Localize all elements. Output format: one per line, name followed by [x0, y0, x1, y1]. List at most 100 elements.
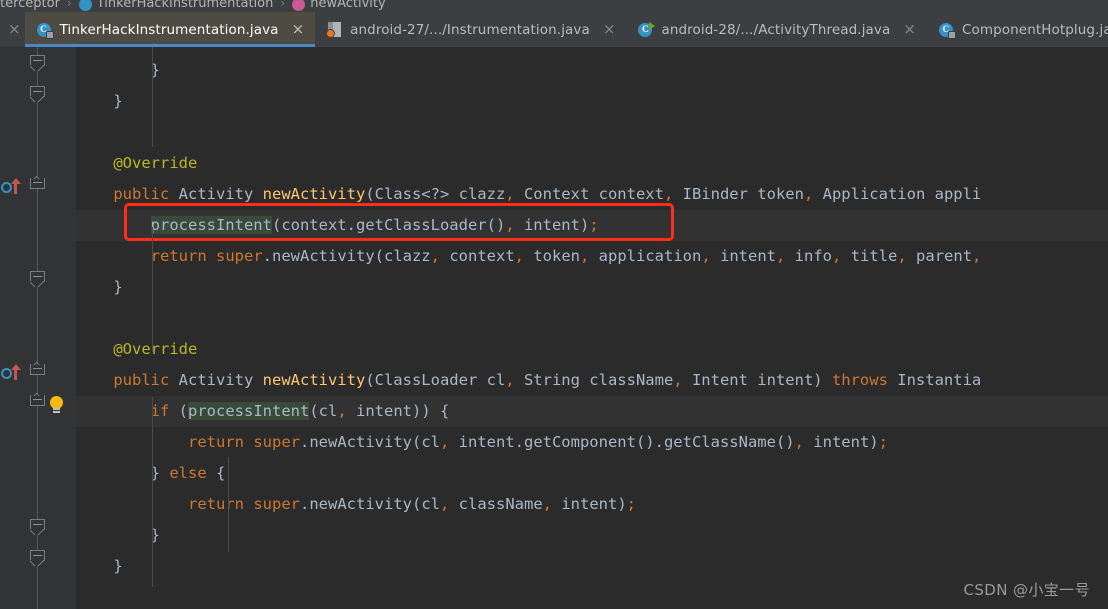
code-token: className: [449, 495, 543, 513]
breadcrumb-separator: ›: [280, 0, 286, 10]
breadcrumb-item-2[interactable]: newActivity: [292, 0, 386, 11]
tab-tinkerhackinstrumentation[interactable]: C TinkerHackInstrumentation.java ×: [24, 12, 316, 47]
code-token: ,: [439, 433, 450, 451]
code-token: public: [113, 185, 170, 203]
editor-tab-bar: × C TinkerHackInstrumentation.java × and…: [0, 12, 1108, 47]
code-line[interactable]: @Override: [76, 148, 1108, 179]
intention-bulb-icon[interactable]: [48, 396, 66, 414]
fold-marker[interactable]: [30, 395, 45, 410]
code-token: ,: [439, 495, 450, 513]
code-line[interactable]: public Activity newActivity(Class<?> cla…: [76, 179, 1108, 210]
code-token: Activity: [169, 185, 263, 203]
code-token: ,: [542, 495, 552, 513]
code-line[interactable]: return super.newActivity(cl, intent.getC…: [76, 427, 1108, 458]
fold-marker[interactable]: [30, 519, 45, 534]
code-token: {: [206, 464, 226, 482]
method-icon: [292, 0, 306, 11]
breadcrumb[interactable]: terceptor › TinkerHackInstrumentation › …: [0, 0, 1108, 12]
fold-marker[interactable]: [30, 86, 45, 101]
fold-marker[interactable]: [30, 364, 45, 379]
fold-marker[interactable]: [30, 55, 45, 70]
code-token: return: [150, 247, 207, 265]
code-token: Intent intent): [682, 371, 832, 389]
code-line[interactable]: processIntent(context.getClassLoader(), …: [76, 210, 1108, 241]
code-token: intent)) {: [346, 402, 450, 420]
code-line[interactable]: @Override: [76, 334, 1108, 365]
indent-guide: [152, 47, 153, 147]
tab-componenthotplug[interactable]: C ComponentHotplug.java ×: [927, 12, 1108, 47]
breadcrumb-label: TinkerHackInstrumentation: [96, 0, 274, 11]
fold-marker[interactable]: [30, 550, 45, 565]
code-token: info: [785, 247, 833, 265]
code-token: (Class<?> clazz: [365, 185, 506, 203]
tab-label: android-27/.../Instrumentation.java: [350, 21, 590, 38]
code-line[interactable]: [76, 117, 1108, 148]
breadcrumb-label: terceptor: [0, 0, 60, 11]
code-token: Activity: [169, 371, 263, 389]
code-token: ,: [972, 247, 982, 265]
tab-scroll-close-icon[interactable]: ×: [0, 12, 25, 47]
code-token: ,: [505, 185, 515, 203]
code-token: .newActivity(clazz: [262, 247, 431, 265]
code-line[interactable]: }: [76, 55, 1108, 86]
indent-guide: [152, 397, 153, 587]
breadcrumb-item-1[interactable]: TinkerHackInstrumentation: [78, 0, 274, 11]
code-token: throws: [831, 371, 888, 389]
code-line[interactable]: }: [76, 551, 1108, 582]
code-line[interactable]: return super.newActivity(cl, className, …: [76, 489, 1108, 520]
tab-label: ComponentHotplug.java: [961, 21, 1108, 38]
code-token: application: [589, 247, 702, 265]
close-icon[interactable]: ×: [290, 22, 307, 37]
code-token: newActivity: [262, 185, 366, 203]
code-line[interactable]: }: [76, 86, 1108, 117]
code-editor[interactable]: } } @Override public Activity newActivit…: [0, 47, 1108, 609]
code-token: ;: [878, 433, 888, 451]
code-token: IBinder token: [673, 185, 804, 203]
code-token: super: [253, 495, 300, 513]
code-line[interactable]: return super.newActivity(clazz, context,…: [76, 241, 1108, 272]
code-token: (ClassLoader cl: [365, 371, 506, 389]
code-token: super: [216, 247, 263, 265]
overriding-method-icon[interactable]: [1, 364, 23, 381]
code-token: }: [76, 278, 123, 296]
code-token: ,: [663, 185, 674, 203]
tab-instrumentation[interactable]: android-27/.../Instrumentation.java ×: [315, 12, 626, 47]
overriding-method-icon[interactable]: [1, 178, 23, 195]
code-line[interactable]: } else {: [76, 458, 1108, 489]
code-token: processIntent: [188, 402, 310, 420]
fold-marker[interactable]: [30, 271, 45, 286]
code-token: (cl: [309, 402, 338, 420]
java-class-locked-icon: C: [36, 22, 54, 39]
fold-marker[interactable]: [30, 178, 45, 193]
code-token: String className: [514, 371, 674, 389]
code-token: }: [76, 61, 160, 79]
code-token: title: [841, 247, 898, 265]
close-icon[interactable]: ×: [901, 22, 918, 37]
code-token: intent): [552, 495, 627, 513]
code-line[interactable]: }: [76, 520, 1108, 551]
breadcrumb-item-0[interactable]: terceptor: [0, 0, 60, 11]
code-token: newActivity: [262, 371, 366, 389]
code-line[interactable]: [76, 303, 1108, 334]
code-line[interactable]: if (processIntent(cl, intent)) {: [76, 396, 1108, 427]
code-token: Context context: [514, 185, 664, 203]
code-text-area[interactable]: } } @Override public Activity newActivit…: [76, 47, 1108, 609]
jar-library-icon: [326, 21, 343, 38]
code-token: }: [76, 526, 160, 544]
editor-gutter[interactable]: [0, 47, 76, 609]
tab-label: TinkerHackInstrumentation.java: [59, 21, 279, 38]
code-token: intent): [803, 433, 879, 451]
tab-label: android-28/.../ActivityThread.java: [661, 21, 891, 38]
code-line[interactable]: public Activity newActivity(ClassLoader …: [76, 365, 1108, 396]
tab-activitythread[interactable]: C android-28/.../ActivityThread.java ×: [626, 12, 927, 47]
code-line[interactable]: }: [76, 272, 1108, 303]
code-token: intent: [710, 247, 776, 265]
code-token: ,: [794, 433, 804, 451]
code-token: ,: [514, 247, 524, 265]
close-icon[interactable]: ×: [601, 22, 618, 37]
code-token: public: [113, 371, 170, 389]
